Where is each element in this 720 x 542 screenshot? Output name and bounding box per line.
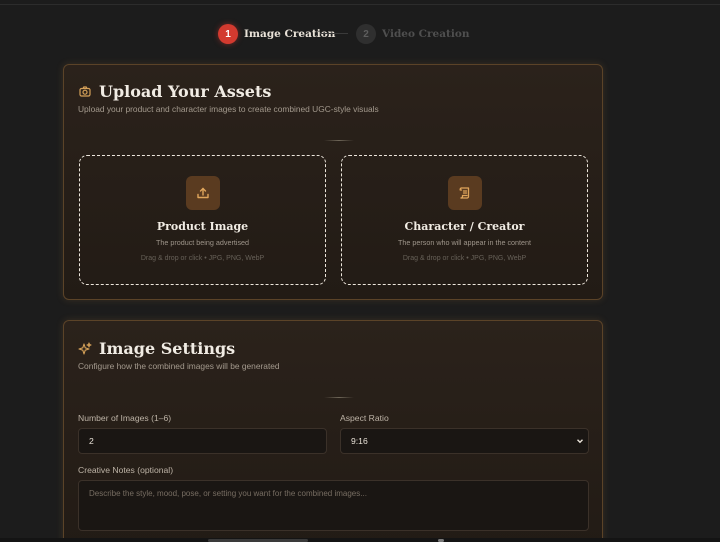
sparkles-icon [78, 341, 92, 356]
dropzone-title: Character / Creator [404, 220, 525, 233]
upload-icon [185, 176, 220, 210]
creative-notes-textarea[interactable]: Describe the style, mood, pose, or setti… [78, 480, 589, 531]
step-image-creation[interactable]: 1 Image Creation [218, 24, 335, 44]
section-divider [324, 397, 354, 398]
step-label: Image Creation [244, 28, 336, 40]
step-label: Video Creation [382, 28, 470, 40]
aspect-ratio-select[interactable]: 9:16 [340, 428, 589, 454]
card-header: Upload Your Assets [78, 82, 271, 101]
num-images-input[interactable]: 2 [78, 428, 327, 454]
section-divider [324, 140, 354, 141]
step-number-badge: 2 [356, 24, 376, 44]
aspect-ratio-label: Aspect Ratio [340, 413, 389, 423]
creative-notes-placeholder: Describe the style, mood, pose, or setti… [89, 489, 367, 498]
stepper: 1 Image Creation 2 Video Creation [0, 24, 720, 44]
dropzone-title: Product Image [156, 220, 249, 233]
camera-icon [78, 85, 92, 99]
scroll-icon [447, 176, 482, 210]
card-subtitle: Upload your product and character images… [78, 104, 379, 114]
upload-assets-card: Upload Your Assets Upload your product a… [63, 64, 603, 300]
bottom-bar [0, 538, 720, 542]
image-settings-card: Image Settings Configure how the combine… [63, 320, 603, 542]
aspect-ratio-value: 9:16 [351, 436, 368, 446]
product-image-dropzone[interactable]: Product Image The product being advertis… [79, 155, 326, 285]
card-subtitle: Configure how the combined images will b… [78, 361, 280, 371]
dropzone-hint: Drag & drop or click • JPG, PNG, WebP [140, 255, 265, 262]
step-video-creation[interactable]: 2 Video Creation [356, 24, 469, 44]
character-creator-dropzone[interactable]: Character / Creator The person who will … [341, 155, 588, 285]
num-images-value: 2 [89, 436, 94, 446]
step-connector [320, 33, 348, 34]
num-images-label: Number of Images (1–6) [78, 413, 172, 423]
dropzone-description: The person who will appear in the conten… [397, 238, 532, 247]
top-border [0, 4, 720, 5]
card-title: Upload Your Assets [99, 82, 272, 101]
creative-notes-label: Creative Notes (optional) [78, 465, 174, 475]
chevron-down-icon [576, 437, 584, 447]
step-number-badge: 1 [218, 24, 238, 44]
card-header: Image Settings [78, 339, 235, 358]
dropzone-hint: Drag & drop or click • JPG, PNG, WebP [402, 255, 527, 262]
card-title: Image Settings [99, 339, 236, 358]
dropzone-description: The product being advertised [155, 238, 250, 247]
